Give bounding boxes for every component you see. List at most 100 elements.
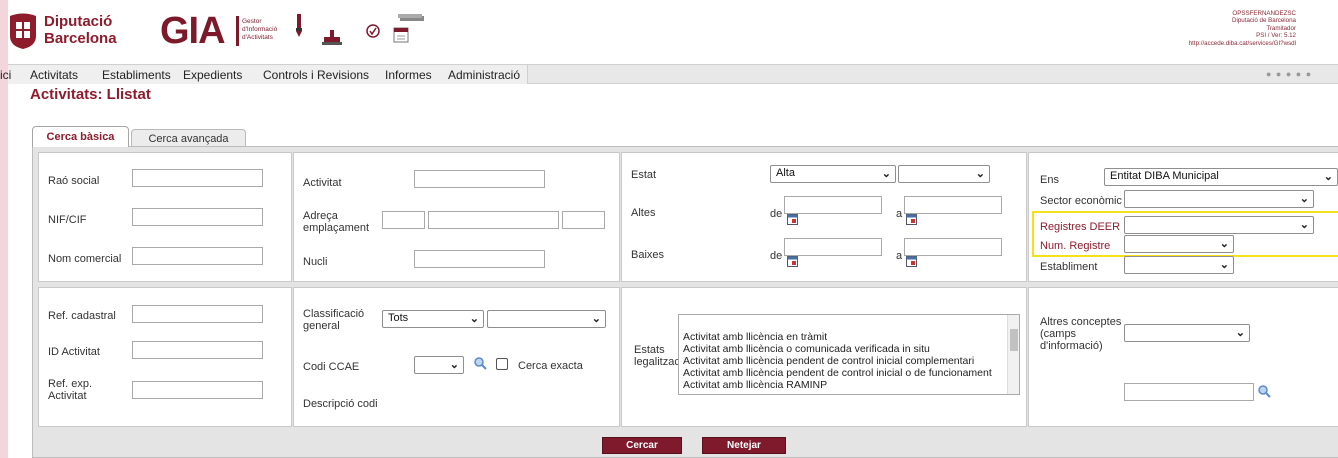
calendar-icon[interactable] bbox=[906, 214, 917, 225]
ref-exp-input[interactable] bbox=[132, 381, 263, 399]
search-icon[interactable] bbox=[1258, 385, 1271, 398]
nif-input[interactable] bbox=[132, 208, 263, 226]
baixes-from-input[interactable] bbox=[784, 238, 882, 256]
baixes-label: Baixes bbox=[631, 249, 665, 261]
adreca-label-2: emplaçament bbox=[303, 222, 370, 234]
menu-item-expedients[interactable]: Expedients bbox=[183, 68, 242, 82]
calendar-icon[interactable] bbox=[906, 256, 917, 267]
chevron-down-icon: ⌄ bbox=[1219, 238, 1229, 250]
calendar-documents-icon[interactable] bbox=[392, 14, 426, 44]
altres-conceptes-select[interactable]: ⌄ bbox=[1124, 324, 1250, 342]
ens-select-value: Entitat DIBA Municipal bbox=[1110, 170, 1219, 182]
chevron-down-icon: ⌄ bbox=[591, 313, 601, 325]
altes-to-input[interactable] bbox=[904, 196, 1002, 214]
app-subtitle-1: Gestor bbox=[242, 18, 262, 25]
app-version: PSI / Ver: 5.12 bbox=[1256, 32, 1296, 40]
classificacio-select[interactable]: Tots ⌄ bbox=[382, 310, 484, 328]
app-logo-divider bbox=[236, 16, 239, 46]
list-item[interactable]: Activitat amb llicència pendent de contr… bbox=[683, 367, 992, 379]
pen-icon[interactable] bbox=[292, 14, 306, 38]
clear-button[interactable]: Netejar bbox=[702, 437, 786, 454]
altes-to-label: a bbox=[896, 208, 903, 220]
menu-item-controls[interactable]: Controls i Revisions bbox=[263, 68, 369, 82]
calendar-icon[interactable] bbox=[787, 214, 798, 225]
page-title: Activitats: Llistat bbox=[30, 86, 151, 103]
menu-item-establiments[interactable]: Establiments bbox=[102, 68, 171, 82]
rao-social-input[interactable] bbox=[132, 169, 263, 187]
menu-dots: ● ● ● ● ● bbox=[1266, 69, 1313, 79]
nom-comercial-input[interactable] bbox=[132, 247, 263, 265]
user-name: OPSSFERNANDEZSC bbox=[1232, 10, 1296, 17]
nucli-label: Nucli bbox=[303, 256, 328, 268]
adreca-street-input[interactable] bbox=[428, 211, 559, 229]
altres-conceptes-label: Altres conceptes (camps d'informació) bbox=[1040, 316, 1121, 352]
altres-label-3: d'informació) bbox=[1040, 340, 1103, 352]
registres-deer-select[interactable]: ⌄ bbox=[1124, 216, 1314, 234]
altes-label: Altes bbox=[631, 207, 656, 219]
registres-deer-label: Registres DEER bbox=[1040, 221, 1121, 233]
tab-cerca-basica[interactable]: Cerca bàsica bbox=[32, 126, 129, 147]
estat-sub-select[interactable]: ⌄ bbox=[898, 165, 990, 183]
estat-select-value: Alta bbox=[776, 167, 795, 179]
baixes-to-input[interactable] bbox=[904, 238, 1002, 256]
chevron-down-icon: ⌄ bbox=[1299, 219, 1309, 231]
search-button[interactable]: Cercar bbox=[602, 437, 682, 454]
list-item[interactable]: Activitat amb llicència pendent de contr… bbox=[683, 355, 974, 367]
app-subtitle-3: d'Activitats bbox=[242, 34, 273, 41]
altres-conceptes-input[interactable] bbox=[1124, 383, 1254, 401]
id-activitat-input[interactable] bbox=[132, 341, 263, 359]
service-url: http://accede.diba.cat/services/GI?wsdl bbox=[1188, 39, 1296, 47]
list-item[interactable]: Activitat amb llicència RAMINP bbox=[683, 379, 827, 391]
estats-legalitzacio-listbox[interactable]: Activitat amb llicència en tràmit Activi… bbox=[678, 314, 1020, 395]
app-acronym: GIA bbox=[160, 10, 226, 52]
codi-ccae-select[interactable]: ⌄ bbox=[414, 356, 464, 374]
ens-select[interactable]: Entitat DIBA Municipal ⌄ bbox=[1104, 168, 1338, 186]
search-icon[interactable] bbox=[474, 357, 487, 370]
id-activitat-label: ID Activitat bbox=[48, 346, 100, 358]
list-item[interactable]: Activitat amb llicència o comunicada ver… bbox=[683, 343, 930, 355]
num-registre-label: Num. Registre bbox=[1040, 240, 1111, 252]
rao-social-label: Raó social bbox=[48, 175, 100, 187]
baixes-to-label: a bbox=[896, 250, 903, 262]
menu-item-informes[interactable]: Informes bbox=[385, 68, 432, 82]
scrollbar-thumb[interactable] bbox=[1010, 329, 1018, 351]
classificacio-label: Classificació general bbox=[303, 308, 364, 332]
classificacio-label-2: general bbox=[303, 320, 340, 332]
menu-item-inici[interactable]: ici bbox=[0, 68, 11, 82]
num-registre-select[interactable]: ⌄ bbox=[1124, 235, 1234, 253]
listbox-scrollbar[interactable] bbox=[1007, 315, 1019, 394]
cerca-exacta-label: Cerca exacta bbox=[518, 360, 583, 372]
app-subtitle: Gestor d'Informació d'Activitats bbox=[242, 18, 277, 42]
org-name-line2: Barcelona bbox=[44, 30, 117, 47]
ref-cadastral-input[interactable] bbox=[132, 305, 263, 323]
altes-from-input[interactable] bbox=[784, 196, 882, 214]
chevron-down-icon: ⌄ bbox=[449, 359, 459, 371]
baixes-from-label: de bbox=[770, 250, 783, 262]
classificacio-sub-select[interactable]: ⌄ bbox=[487, 310, 606, 328]
adreca-type-input[interactable] bbox=[382, 211, 425, 229]
menu-item-administracio[interactable]: Administració bbox=[448, 68, 520, 82]
activitat-input[interactable] bbox=[414, 170, 545, 188]
adreca-number-input[interactable] bbox=[562, 211, 605, 229]
sector-select[interactable]: ⌄ bbox=[1124, 190, 1314, 208]
menu-item-activitats[interactable]: Activitats bbox=[30, 68, 78, 82]
tab-cerca-avancada[interactable]: Cerca avançada bbox=[131, 129, 246, 147]
establiment-select[interactable]: ⌄ bbox=[1124, 256, 1234, 274]
check-circle-icon[interactable] bbox=[366, 24, 380, 38]
cerca-exacta-checkbox[interactable] bbox=[496, 358, 508, 370]
activitat-label: Activitat bbox=[303, 177, 342, 189]
estat-label: Estat bbox=[631, 169, 657, 181]
menu-items: ici Activitats Establiments Expedients C… bbox=[0, 65, 528, 84]
sector-label: Sector econòmic bbox=[1040, 195, 1122, 207]
chevron-down-icon: ⌄ bbox=[1219, 259, 1229, 271]
list-item[interactable]: Activitat amb llicència en tràmit bbox=[683, 331, 827, 343]
nucli-input[interactable] bbox=[414, 250, 545, 268]
calendar-icon[interactable] bbox=[787, 256, 798, 267]
ref-exp-label: Ref. exp. Activitat bbox=[48, 378, 92, 402]
stamp-icon[interactable] bbox=[322, 30, 342, 46]
diputacio-seal-icon bbox=[10, 13, 36, 49]
user-info: OPSSFERNANDEZSC Diputació de Barcelona T… bbox=[1189, 10, 1296, 47]
estat-select[interactable]: Alta ⌄ bbox=[770, 165, 896, 183]
chevron-down-icon: ⌄ bbox=[1299, 193, 1309, 205]
org-logo-text: Diputació Barcelona bbox=[44, 13, 117, 47]
